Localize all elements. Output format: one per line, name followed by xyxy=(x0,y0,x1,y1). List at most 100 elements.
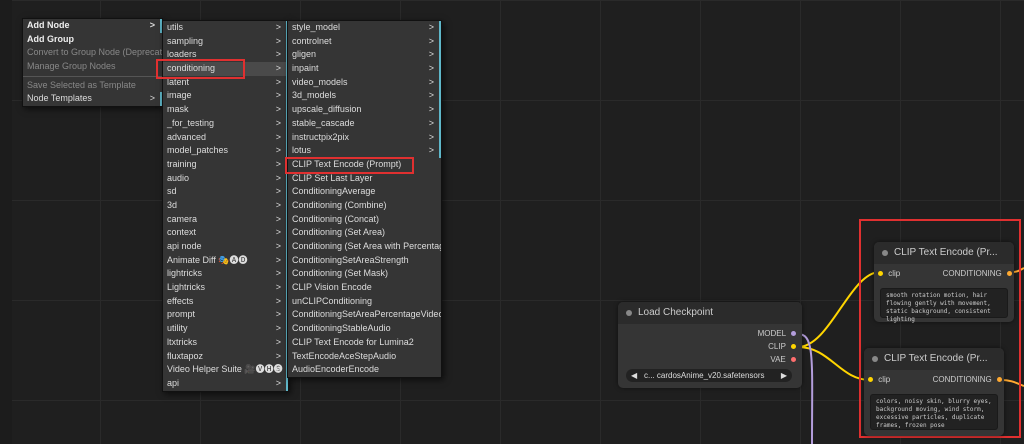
category-item-animate-diff[interactable]: Animate Diff 🎭🅐🅓 > xyxy=(163,253,288,268)
node-item-conditioning-concat[interactable]: Conditioning (Concat) xyxy=(288,213,441,227)
category-item-lightricks[interactable]: Lightricks > xyxy=(163,281,288,295)
submenu-item-stable-cascade[interactable]: stable_cascade > xyxy=(288,116,441,131)
node-title-bar[interactable]: CLIP Text Encode (Pr... xyxy=(864,348,1004,370)
category-item-latent[interactable]: latent > xyxy=(163,75,288,90)
output-conditioning[interactable]: CONDITIONING xyxy=(933,375,1002,384)
node-item-conditioningstableaudio[interactable]: ConditioningStableAudio xyxy=(288,322,441,336)
category-item-advanced[interactable]: advanced > xyxy=(163,130,288,145)
category-item-camera[interactable]: camera > xyxy=(163,212,288,227)
submenu-item-upscale-diffusion[interactable]: upscale_diffusion > xyxy=(288,103,441,117)
category-item-context[interactable]: context > xyxy=(163,226,288,240)
chevron-right-icon: > xyxy=(275,350,281,361)
output-clip[interactable]: CLIP xyxy=(768,342,796,351)
conditioning-output-dot[interactable] xyxy=(1007,271,1012,276)
category-item-model-patches[interactable]: model_patches > xyxy=(163,144,288,158)
category-item-for-testing[interactable]: _for_testing > xyxy=(163,116,288,131)
menu-item-save-selected-template: Save Selected as Template xyxy=(27,79,136,90)
chevron-right-icon: > xyxy=(275,295,281,306)
chevron-right-icon: > xyxy=(428,90,434,101)
category-item-effects[interactable]: effects > xyxy=(163,294,288,309)
chevron-right-icon: > xyxy=(275,104,281,115)
conditioning-output-dot[interactable] xyxy=(997,377,1002,382)
node-item-textencodeacestepaudio[interactable]: TextEncodeAceStepAudio xyxy=(288,350,441,364)
category-item-api[interactable]: api > xyxy=(163,376,288,391)
node-item-conditioning-set-mask[interactable]: Conditioning (Set Mask) xyxy=(288,267,441,281)
category-item-loaders[interactable]: loaders > xyxy=(163,48,288,63)
submenu-item-video-models[interactable]: video_models > xyxy=(288,75,441,90)
category-item-sd[interactable]: sd > xyxy=(163,185,288,199)
node-item-clip-vision-encode[interactable]: CLIP Vision Encode xyxy=(288,281,441,295)
node-collapse-dot[interactable] xyxy=(882,250,888,256)
category-item-training[interactable]: training > xyxy=(163,157,288,172)
category-item-video-helper-suite[interactable]: Video Helper Suite 🎥🅥🅗🅢 > xyxy=(163,363,288,377)
node-item-conditioningsetareastrength[interactable]: ConditioningSetAreaStrength xyxy=(288,254,441,268)
submenu-item-inpaint[interactable]: inpaint > xyxy=(288,62,441,76)
node-collapse-dot[interactable] xyxy=(626,310,632,316)
node-item-clip-text-encode-for-lumina2[interactable]: CLIP Text Encode for Lumina2 xyxy=(288,336,441,350)
ckpt-name-combo[interactable]: ◀ c... cardosAnime_v20.safetensors ▶ xyxy=(626,369,792,382)
clip-input-dot[interactable] xyxy=(868,377,873,382)
chevron-right-icon: > xyxy=(275,336,281,347)
node-item-unclipconditioning[interactable]: unCLIPConditioning xyxy=(288,295,441,309)
submenu-item-style-model[interactable]: style_model > xyxy=(288,21,441,35)
chevron-right-icon: > xyxy=(275,49,281,60)
category-item-3d[interactable]: 3d > xyxy=(163,198,288,213)
menu-item-add-node[interactable]: Add Node > xyxy=(23,19,162,33)
category-item-conditioning[interactable]: conditioning > xyxy=(163,62,288,76)
node-item-conditioning-set-area[interactable]: Conditioning (Set Area) xyxy=(288,226,441,240)
output-vae[interactable]: VAE xyxy=(770,355,796,364)
node-item-clip-set-last-layer[interactable]: CLIP Set Last Layer xyxy=(288,172,441,186)
node-collapse-dot[interactable] xyxy=(872,356,878,362)
node-item-conditioningsetareapercentagevideo[interactable]: ConditioningSetAreaPercentageVideo xyxy=(288,308,441,322)
vae-slot-dot[interactable] xyxy=(791,357,796,362)
prompt-textarea[interactable]: colors, noisy skin, blurry eyes, backgro… xyxy=(870,394,998,430)
category-item-audio[interactable]: audio > xyxy=(163,171,288,186)
node-item-audioencoderencode[interactable]: AudioEncoderEncode xyxy=(288,363,441,377)
category-item-image[interactable]: image > xyxy=(163,89,288,104)
output-model[interactable]: MODEL xyxy=(758,329,796,338)
canvas-context-menu: Add Node > Add Group Convert to Group Nod… xyxy=(22,18,163,108)
node-item-conditioning-set-area-with-percentage[interactable]: Conditioning (Set Area with Percentage) xyxy=(288,240,441,254)
category-item-utility[interactable]: utility > xyxy=(163,322,288,336)
submenu-item-controlnet[interactable]: controlnet > xyxy=(288,34,441,49)
chevron-right-icon: > xyxy=(275,158,281,169)
clip-input-dot[interactable] xyxy=(878,271,883,276)
menu-item-add-group[interactable]: Add Group xyxy=(23,33,162,47)
node-item-conditioningaverage[interactable]: ConditioningAverage xyxy=(288,185,441,199)
input-clip[interactable]: clip xyxy=(868,375,890,384)
prompt-textarea[interactable]: smooth rotation motion, hair flowing gen… xyxy=(880,288,1008,323)
submenu-item-gligen[interactable]: gligen > xyxy=(288,48,441,63)
chevron-right-icon: > xyxy=(275,377,281,388)
node-item-clip-text-encode-prompt[interactable]: CLIP Text Encode (Prompt) xyxy=(288,158,441,172)
wire-clip-to-positive xyxy=(797,271,881,348)
arrow-left-icon[interactable]: ◀ xyxy=(631,369,637,382)
clip-text-encode-positive-node[interactable]: CLIP Text Encode (Pr... clip CONDITIONIN… xyxy=(874,242,1014,323)
model-slot-dot[interactable] xyxy=(791,331,796,336)
submenu-item-3d-models[interactable]: 3d_models > xyxy=(288,89,441,104)
submenu-item-instructpix2pix[interactable]: instructpix2pix > xyxy=(288,130,441,145)
node-title-bar[interactable]: CLIP Text Encode (Pr... xyxy=(874,242,1014,264)
category-item-prompt[interactable]: prompt > xyxy=(163,308,288,323)
category-item-api-node[interactable]: api node > xyxy=(163,240,288,254)
category-item-fluxtapoz[interactable]: fluxtapoz > xyxy=(163,349,288,364)
category-item-utils[interactable]: utils > xyxy=(163,21,288,35)
submenu-item-lotus[interactable]: lotus > xyxy=(288,144,441,158)
arrow-right-icon[interactable]: ▶ xyxy=(781,369,787,382)
chevron-right-icon: > xyxy=(149,93,155,104)
clip-text-encode-negative-node[interactable]: CLIP Text Encode (Pr... clip CONDITIONIN… xyxy=(864,348,1004,436)
load-checkpoint-node[interactable]: Load Checkpoint MODEL CLIP VAE ◀ c... ca… xyxy=(618,302,802,388)
category-item-lightricks[interactable]: lightricks > xyxy=(163,267,288,282)
chevron-right-icon: > xyxy=(275,309,281,320)
category-item-ltxtricks[interactable]: ltxtricks > xyxy=(163,335,288,350)
menu-item-node-templates[interactable]: Node Templates > xyxy=(23,92,162,107)
chevron-right-icon: > xyxy=(275,63,281,74)
input-clip[interactable]: clip xyxy=(878,269,900,278)
clip-slot-dot[interactable] xyxy=(791,344,796,349)
category-item-mask[interactable]: mask > xyxy=(163,103,288,117)
output-conditioning[interactable]: CONDITIONING xyxy=(943,269,1012,278)
node-title-bar[interactable]: Load Checkpoint xyxy=(618,302,802,324)
chevron-right-icon: > xyxy=(275,22,281,32)
node-item-conditioning-combine[interactable]: Conditioning (Combine) xyxy=(288,199,441,213)
category-item-sampling[interactable]: sampling > xyxy=(163,34,288,49)
chevron-right-icon: > xyxy=(149,20,155,30)
